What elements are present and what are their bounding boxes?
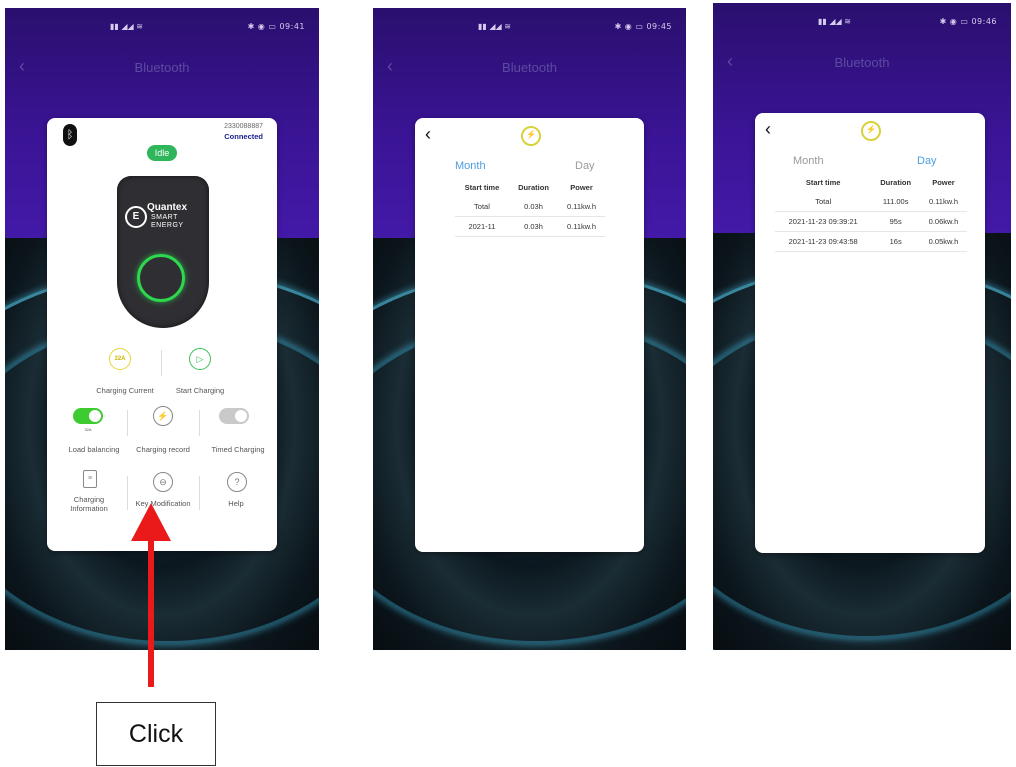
- charger-image: E Quantex SMART ENERGY: [117, 176, 209, 328]
- load-balancing-label: Load balancing: [68, 445, 120, 454]
- charging-current-label[interactable]: Charging Current: [87, 386, 163, 395]
- table-cell: 2021-11-23 09:43:58: [775, 231, 872, 252]
- table-cell: 16s: [871, 231, 920, 252]
- lock-icon[interactable]: ⊖: [153, 472, 173, 492]
- back-icon[interactable]: ‹: [425, 124, 431, 145]
- table-row: 2021-11-23 09:39:21 95s 0.06kw.h: [775, 211, 967, 232]
- status-time: 09:45: [646, 22, 672, 31]
- column-header: Power: [570, 183, 593, 192]
- table-cell: 0.11kw.h: [919, 192, 967, 212]
- tab-month[interactable]: Month: [455, 160, 486, 172]
- charging-record-icon: ⚡: [861, 121, 881, 141]
- table-cell: 2021-11: [455, 216, 509, 237]
- divider: [199, 410, 200, 436]
- table-cell: 0.06kw.h: [919, 211, 967, 232]
- brand-sub-2: ENERGY: [151, 222, 184, 229]
- divider: [161, 350, 162, 376]
- status-signal: ▮▮ ◢◢ ≋: [478, 22, 511, 31]
- timed-charging-label: Timed Charging: [211, 445, 265, 454]
- table-header: Start time Duration Power: [455, 180, 605, 197]
- table-cell: 0.11kw.h: [558, 216, 605, 237]
- brand-logo-icon: E: [125, 206, 147, 228]
- table-cell: Total: [775, 192, 872, 212]
- page-title: Bluetooth: [834, 55, 890, 70]
- table-cell: 95s: [871, 211, 920, 232]
- charger-led-ring: [137, 254, 185, 302]
- charging-information-label[interactable]: Charging Information: [65, 495, 113, 513]
- load-balancing-sub: 32A: [84, 427, 92, 432]
- state-badge: Idle: [147, 145, 177, 161]
- record-table: Start time Duration Power Total 111.00s …: [775, 175, 967, 252]
- table-cell: 0.05kw.h: [919, 231, 967, 252]
- status-time: 09:46: [971, 17, 997, 26]
- help-icon[interactable]: ?: [227, 472, 247, 492]
- record-card: ‹ ⚡ Month Day Start time Duration Power …: [415, 118, 644, 552]
- annotation-arrow-shaft: [148, 515, 154, 687]
- charging-information-icon[interactable]: ≡: [83, 470, 97, 488]
- brand-name: Quantex: [147, 202, 188, 213]
- brand-sub-1: SMART: [151, 214, 178, 221]
- start-charging-icon[interactable]: ▷: [189, 348, 211, 370]
- column-header: Duration: [518, 183, 549, 192]
- load-balancing-toggle[interactable]: [73, 408, 103, 424]
- table-header: Start time Duration Power: [775, 175, 967, 192]
- column-header: Duration: [880, 178, 912, 187]
- status-bar: ✱ ◉ ▭ 09:46: [940, 17, 997, 26]
- timed-charging-toggle[interactable]: [219, 408, 249, 424]
- device-serial: 2330088887: [224, 123, 263, 130]
- column-header: Start time: [464, 183, 500, 192]
- tab-day[interactable]: Day: [917, 155, 937, 167]
- charging-record-icon[interactable]: ⚡: [153, 406, 173, 426]
- table-row: Total 0.03h 0.11kw.h: [455, 197, 605, 217]
- charging-current-icon[interactable]: 32A: [109, 348, 131, 370]
- table-row: 2021-11-23 09:43:58 16s 0.05kw.h: [775, 231, 967, 252]
- table-cell: 0.03h: [508, 216, 559, 237]
- record-card: ‹ ⚡ Month Day Start time Duration Power …: [755, 113, 985, 553]
- page-title: Bluetooth: [502, 60, 557, 75]
- page-title: Bluetooth: [134, 60, 190, 75]
- phone-screen-day: ▮▮ ◢◢ ≋ ✱ ◉ ▭ 09:46 ‹ Bluetooth ‹ ⚡ Mont…: [713, 3, 1011, 650]
- device-card: ᛒ 2330088887 Connected Idle E Quantex SM…: [47, 118, 277, 551]
- tab-day[interactable]: Day: [575, 160, 595, 172]
- divider: [127, 410, 128, 436]
- status-icons: ✱ ◉ ▭: [247, 22, 280, 31]
- help-label[interactable]: Help: [217, 499, 255, 508]
- click-annotation: Click: [96, 702, 216, 766]
- status-icons: ✱ ◉ ▭: [939, 17, 972, 26]
- column-header: Start time: [805, 178, 841, 187]
- status-signal: ▮▮ ◢◢ ≋: [818, 17, 851, 26]
- table-row: 2021-11 0.03h 0.11kw.h: [455, 216, 605, 237]
- table-cell: 0.03h: [508, 197, 559, 217]
- status-bar: ✱ ◉ ▭ 09:41: [248, 22, 305, 31]
- status-bar: ✱ ◉ ▭ 09:45: [615, 22, 672, 31]
- connection-status: Connected: [224, 132, 263, 141]
- tab-month[interactable]: Month: [793, 155, 824, 167]
- start-charging-label[interactable]: Start Charging: [165, 386, 235, 395]
- back-icon[interactable]: ‹: [765, 119, 771, 140]
- divider: [199, 476, 200, 510]
- status-time: 09:41: [279, 22, 305, 31]
- status-signal: ▮▮ ◢◢ ≋: [110, 22, 143, 31]
- table-cell: Total: [455, 197, 509, 217]
- table-cell: 0.11kw.h: [558, 197, 605, 217]
- record-table: Start time Duration Power Total 0.03h 0.…: [455, 180, 605, 237]
- table-row: Total 111.00s 0.11kw.h: [775, 192, 967, 212]
- bluetooth-icon: ᛒ: [63, 124, 77, 146]
- column-header: Power: [932, 178, 955, 187]
- charging-record-icon: ⚡: [521, 126, 541, 146]
- table-cell: 2021-11-23 09:39:21: [775, 211, 872, 232]
- phone-screen-month: ▮▮ ◢◢ ≋ ✱ ◉ ▭ 09:45 ‹ Bluetooth ‹ ⚡ Mont…: [373, 8, 686, 650]
- status-icons: ✱ ◉ ▭: [614, 22, 647, 31]
- charging-record-label[interactable]: Charging record: [127, 445, 199, 454]
- table-cell: 111.00s: [871, 192, 920, 212]
- phone-screen-main: ▮▮ ◢◢ ≋ ✱ ◉ ▭ 09:41 ‹ Bluetooth ᛒ 233008…: [5, 8, 319, 650]
